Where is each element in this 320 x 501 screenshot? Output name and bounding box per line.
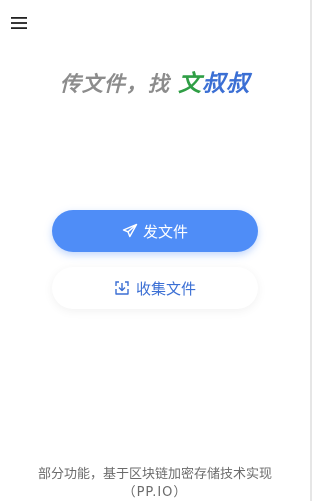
send-file-button[interactable]: 发文件 xyxy=(52,210,258,252)
footer-note: 部分功能，基于区块链加密存储技术实现 （PP.IO） xyxy=(0,466,310,501)
paper-plane-icon xyxy=(122,223,138,239)
app-page: 传文件，找 文叔叔 发文件 收集文件 部分功能，基于区块链加密存储技术实现 （P… xyxy=(0,0,312,501)
slogan: 传文件，找 文叔叔 xyxy=(0,64,310,98)
download-tray-icon xyxy=(114,280,130,296)
hamburger-menu-icon xyxy=(10,14,28,32)
slogan-brand-wen: 文 xyxy=(178,71,203,97)
collect-files-label: 收集文件 xyxy=(135,279,196,298)
send-file-label: 发文件 xyxy=(142,222,188,241)
footer-line-1: 部分功能，基于区块链加密存储技术实现 xyxy=(37,467,272,482)
footer-line-2: （PP.IO） xyxy=(122,485,188,500)
slogan-text: 传文件，找 xyxy=(59,72,179,96)
menu-button[interactable] xyxy=(10,14,28,32)
collect-files-button[interactable]: 收集文件 xyxy=(52,267,258,309)
slogan-brand-shushu: 叔叔 xyxy=(202,71,251,97)
